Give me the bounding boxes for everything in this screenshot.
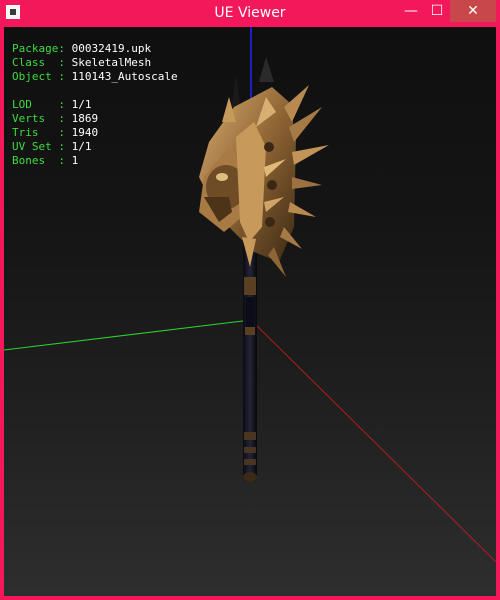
maximize-button[interactable]: ☐ <box>424 0 450 22</box>
minimize-button[interactable]: — <box>398 0 424 22</box>
tris-label: Tris : <box>12 126 65 139</box>
close-button[interactable]: ✕ <box>450 0 496 22</box>
class-value: SkeletalMesh <box>71 56 152 69</box>
uvset-value: 1/1 <box>71 140 92 153</box>
verts-label: Verts : <box>12 112 65 125</box>
axis-y-line <box>4 319 252 351</box>
3d-viewport[interactable]: Package: 00032419.upk Class : SkeletalMe… <box>4 27 496 596</box>
mesh-info-overlay: Package: 00032419.upk Class : SkeletalMe… <box>12 42 178 168</box>
package-label: Package: <box>12 42 65 55</box>
verts-value: 1869 <box>71 112 99 125</box>
class-label: Class : <box>12 56 65 69</box>
lod-label: LOD : <box>12 98 65 111</box>
bones-value: 1 <box>71 154 79 167</box>
object-label: Object : <box>12 70 65 83</box>
axis-x-line <box>250 319 496 563</box>
object-value: 110143_Autoscale <box>71 70 178 83</box>
tris-value: 1940 <box>71 126 99 139</box>
app-window: UE Viewer — ☐ ✕ Package: 00032419.upk Cl… <box>0 0 500 600</box>
package-value: 00032419.upk <box>71 42 152 55</box>
title-bar[interactable]: UE Viewer — ☐ ✕ <box>0 0 500 27</box>
lod-value: 1/1 <box>71 98 92 111</box>
mesh-model <box>199 57 329 482</box>
uvset-label: UV Set : <box>12 140 65 153</box>
bones-label: Bones : <box>12 154 65 167</box>
